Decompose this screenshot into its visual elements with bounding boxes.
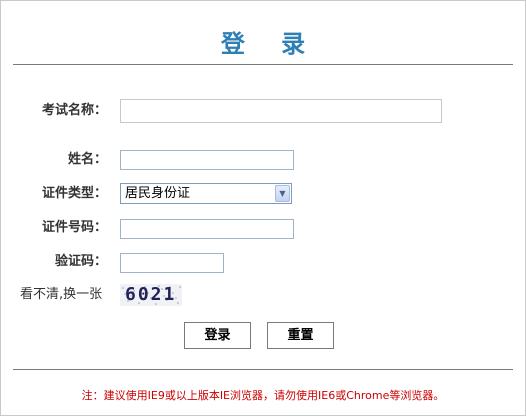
login-panel — [0, 0, 526, 416]
page-title: 登 录 — [220, 30, 320, 58]
login-button[interactable]: 登录 — [184, 322, 251, 349]
browser-notice: 注：建议使用IE9或以上版本IE浏览器，请勿使用IE6或Chrome等浏览器。 — [81, 389, 445, 402]
id-type-select[interactable]: 居民身份证 ▼ — [120, 183, 292, 204]
captcha-refresh-link[interactable]: 看不清,换一张 — [20, 285, 102, 305]
bottom-divider — [13, 369, 513, 370]
captcha-code: 6021 — [125, 284, 177, 305]
chevron-down-icon[interactable]: ▼ — [275, 185, 290, 202]
name-label: 姓名： — [67, 152, 107, 167]
id-type-selected-value: 居民身份证 — [125, 186, 191, 201]
exam-name-label: 考试名称： — [41, 103, 107, 118]
name-field[interactable] — [120, 150, 294, 170]
captcha-field[interactable] — [120, 253, 224, 273]
id-number-field[interactable] — [120, 219, 294, 239]
exam-name-field[interactable] — [120, 99, 442, 123]
reset-button[interactable]: 重置 — [267, 322, 334, 349]
id-type-label: 证件类型： — [41, 186, 107, 201]
top-divider — [13, 64, 513, 65]
captcha-image[interactable]: 6021 — [120, 284, 182, 306]
captcha-label: 验证码： — [54, 254, 107, 269]
id-number-label: 证件号码： — [41, 220, 107, 235]
